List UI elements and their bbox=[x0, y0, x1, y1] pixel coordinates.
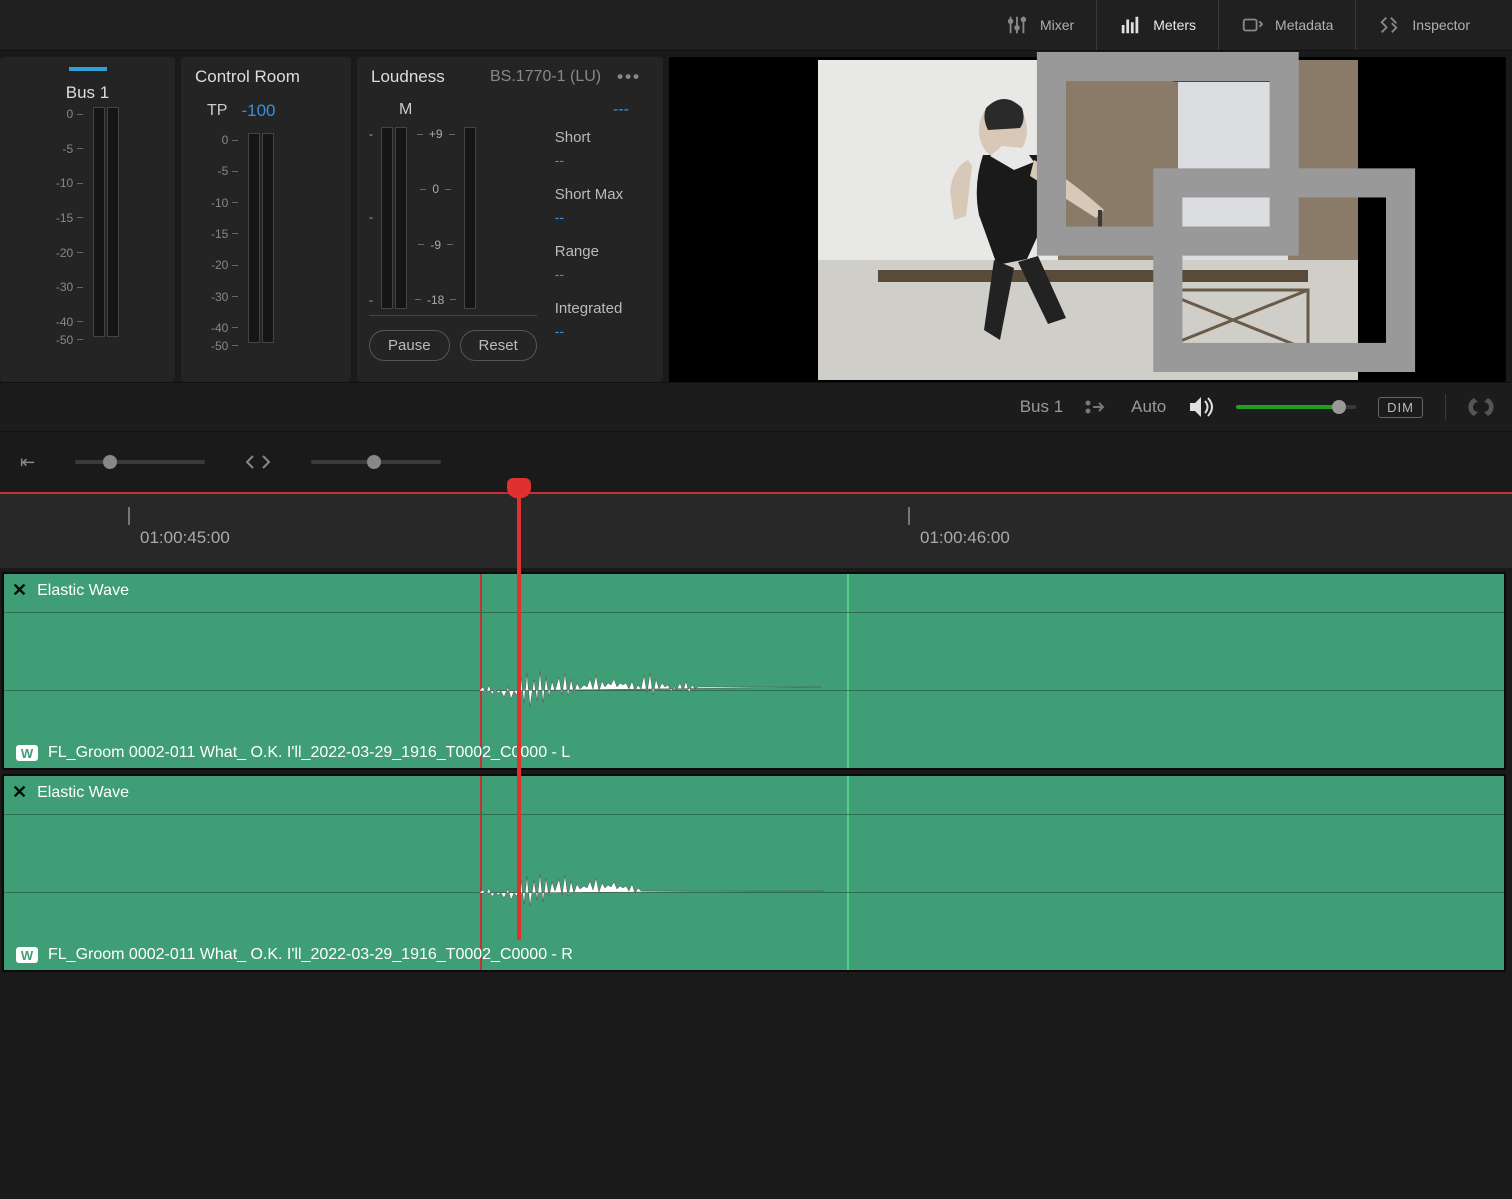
speaker-icon[interactable] bbox=[1188, 395, 1214, 419]
audio-clip-right[interactable]: ✕ Elastic Wave W FL_Groom 0002-011 What_… bbox=[2, 774, 1506, 972]
mixer-label: Mixer bbox=[1040, 17, 1074, 33]
mixer-tab[interactable]: Mixer bbox=[984, 0, 1096, 50]
horizontal-expand-icon[interactable] bbox=[245, 453, 271, 471]
inspector-tab[interactable]: Inspector bbox=[1355, 0, 1492, 50]
metadata-label: Metadata bbox=[1275, 17, 1333, 33]
clip-name-right: FL_Groom 0002-011 What_ O.K. I'll_2022-0… bbox=[48, 946, 573, 964]
ctrl-scale: 0 -5 -10 -15 -20 -30 -40-50 bbox=[211, 129, 238, 343]
timecode-2: 01:00:46:00 bbox=[920, 528, 1010, 548]
meters-tab[interactable]: Meters bbox=[1096, 0, 1218, 50]
clip-effect-name: Elastic Wave bbox=[37, 582, 129, 600]
clip-close-icon[interactable]: ✕ bbox=[12, 580, 27, 601]
clip-close-icon[interactable]: ✕ bbox=[12, 782, 27, 803]
integrated-label: Integrated bbox=[555, 300, 623, 317]
range-value: -- bbox=[555, 266, 623, 282]
playhead-cap[interactable] bbox=[507, 478, 531, 498]
clip-source-icon: W bbox=[16, 745, 38, 761]
loudness-title: Loudness bbox=[371, 67, 445, 87]
waveform-left bbox=[479, 656, 859, 726]
metadata-tab[interactable]: Metadata bbox=[1218, 0, 1355, 50]
shortmax-label: Short Max bbox=[555, 186, 623, 203]
clip-name-left: FL_Groom 0002-011 What_ O.K. I'll_2022-0… bbox=[48, 744, 570, 762]
bus-meter-bars bbox=[93, 103, 119, 337]
panels-row: Bus 1 0 -5 -10 -15 -20 -30 -40-50 Contro… bbox=[0, 51, 1512, 382]
shortmax-value: -- bbox=[555, 209, 623, 225]
loudness-standard: BS.1770-1 (LU) bbox=[490, 68, 601, 86]
tracks: ✕ Elastic Wave W FL_Groom 0002-011 What_… bbox=[0, 568, 1512, 972]
bus-scale: 0 -5 -10 -15 -20 -30 -40-50 bbox=[56, 103, 83, 337]
control-room-title: Control Room bbox=[181, 57, 351, 97]
meters-label: Meters bbox=[1153, 17, 1196, 33]
bus-meter-panel: Bus 1 0 -5 -10 -15 -20 -30 -40-50 bbox=[0, 57, 175, 382]
bus-accent-line bbox=[69, 67, 107, 71]
loudness-menu-icon[interactable]: ••• bbox=[609, 67, 649, 87]
inspector-label: Inspector bbox=[1412, 17, 1470, 33]
ctrl-meter-bars bbox=[248, 129, 274, 343]
loudness-panel: Loudness BS.1770-1 (LU) ••• M --- --- +9… bbox=[357, 57, 663, 382]
waveform-right bbox=[479, 858, 859, 928]
video-preview[interactable] bbox=[669, 57, 1506, 382]
short-label: Short bbox=[555, 129, 623, 146]
control-room-panel: Control Room TP -100 0 -5 -10 -15 -20 -3… bbox=[181, 57, 351, 382]
volume-slider[interactable] bbox=[1236, 405, 1356, 409]
surround-icon[interactable] bbox=[1468, 395, 1494, 419]
range-label: Range bbox=[555, 243, 623, 260]
vertical-zoom-slider[interactable] bbox=[75, 460, 205, 464]
horizontal-zoom-slider[interactable] bbox=[311, 460, 441, 464]
time-ruler[interactable]: 01:00:45:00 01:00:46:00 bbox=[0, 492, 1512, 568]
meters-icon bbox=[1119, 14, 1141, 36]
metadata-icon bbox=[1241, 14, 1263, 36]
loudness-meters: --- +9 0 -9 -18 bbox=[369, 127, 537, 307]
loudness-pause-button[interactable]: Pause bbox=[369, 330, 450, 361]
top-toolbar: Mixer Meters Metadata Inspector bbox=[0, 0, 1512, 51]
clip-effect-name: Elastic Wave bbox=[37, 784, 129, 802]
zoom-slider-row: ⇤ bbox=[0, 432, 1512, 492]
tp-value: -100 bbox=[241, 101, 275, 121]
clip-source-icon: W bbox=[16, 947, 38, 963]
dual-view-icon[interactable] bbox=[956, 52, 1496, 372]
route-arrow-icon bbox=[1085, 400, 1109, 414]
loudness-reset-button[interactable]: Reset bbox=[460, 330, 537, 361]
dim-button[interactable]: DIM bbox=[1378, 397, 1423, 418]
bus-title: Bus 1 bbox=[66, 83, 109, 103]
loudness-m-label: M bbox=[399, 101, 412, 119]
inspector-icon bbox=[1378, 14, 1400, 36]
timeline: 01:00:45:00 01:00:46:00 ✕ Elastic Wave W… bbox=[0, 492, 1512, 972]
mixer-icon bbox=[1006, 14, 1028, 36]
tp-label: TP bbox=[207, 102, 227, 120]
short-value: -- bbox=[555, 152, 623, 168]
anchor-left-icon[interactable]: ⇤ bbox=[20, 452, 35, 473]
loudness-m-value: --- bbox=[613, 101, 629, 119]
monitor-row: Bus 1 Auto DIM bbox=[0, 382, 1512, 432]
audio-clip-left[interactable]: ✕ Elastic Wave W FL_Groom 0002-011 What_… bbox=[2, 572, 1506, 770]
monitor-auto[interactable]: Auto bbox=[1131, 397, 1166, 417]
timecode-1: 01:00:45:00 bbox=[140, 528, 230, 548]
integrated-value: -- bbox=[555, 323, 623, 339]
playhead[interactable] bbox=[517, 480, 521, 940]
monitor-bus[interactable]: Bus 1 bbox=[1020, 397, 1063, 417]
